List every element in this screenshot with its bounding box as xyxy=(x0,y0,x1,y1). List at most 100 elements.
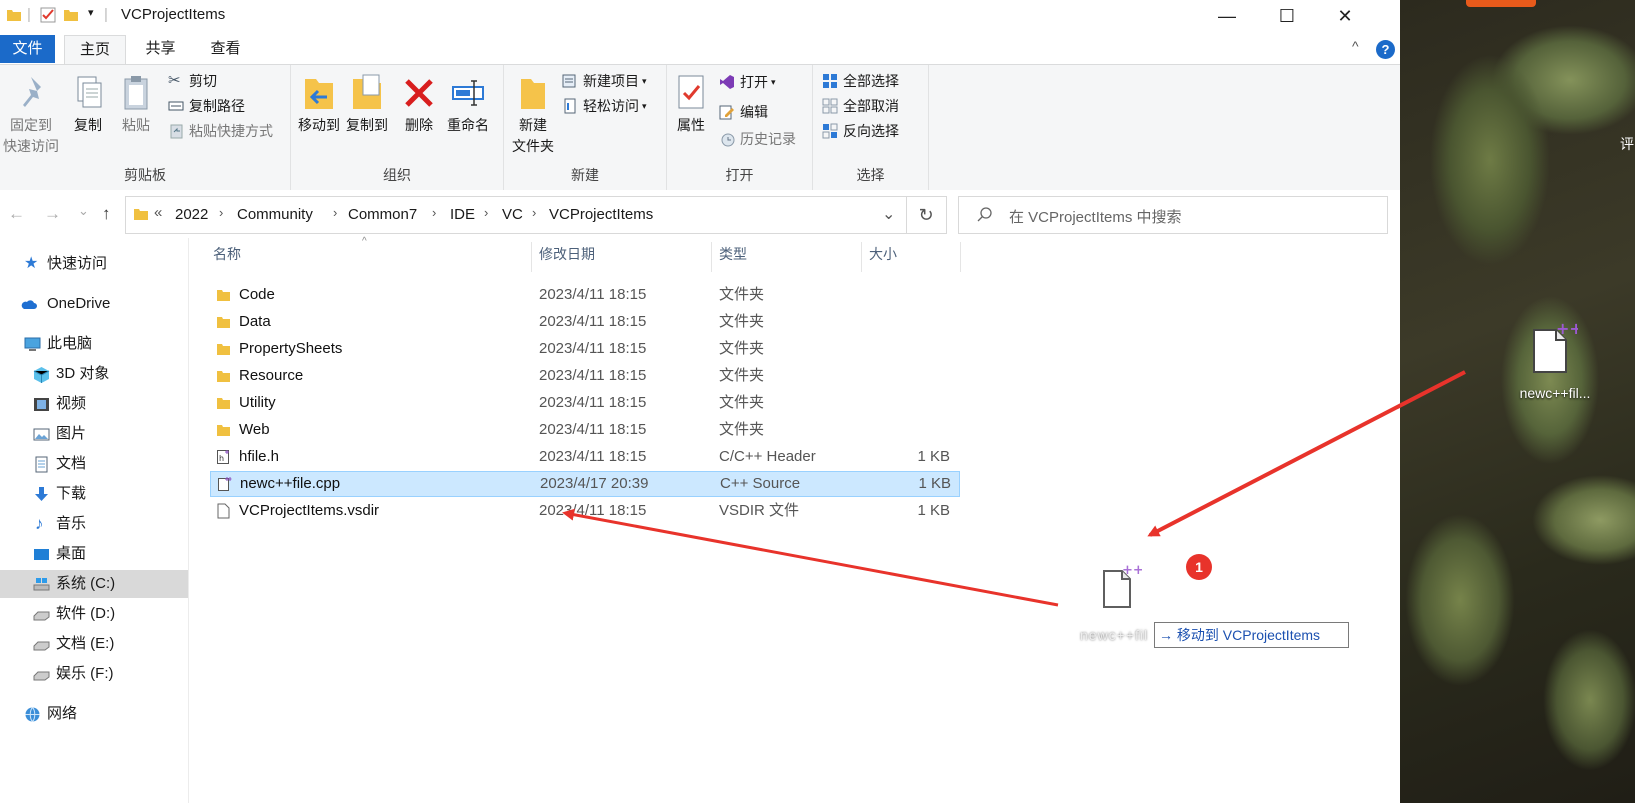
file-row[interactable]: Code 2023/4/11 18:15 文件夹 xyxy=(210,282,958,308)
navigation-pane: ★ 快速访问 OneDrive 此电脑 3D 对象 视频 图片 文档 下载 ♪ … xyxy=(0,238,189,803)
help-button[interactable]: ? xyxy=(1376,40,1395,59)
nav-item-music[interactable]: ♪ 音乐 xyxy=(0,510,188,538)
history-button[interactable]: 历史记录 xyxy=(719,128,796,150)
maximize-button[interactable]: ☐ xyxy=(1258,0,1316,32)
cut-button[interactable]: ✂ 剪切 xyxy=(168,70,217,92)
column-header-date[interactable]: 修改日期 xyxy=(539,244,595,264)
breadcrumb-item[interactable]: Common7 xyxy=(348,206,417,223)
clipboard-icon xyxy=(124,76,148,110)
file-row[interactable]: Web 2023/4/11 18:15 文件夹 xyxy=(210,417,958,443)
window-title: VCProjectItems xyxy=(121,6,226,23)
file-row[interactable]: Resource 2023/4/11 18:15 文件夹 xyxy=(210,363,958,389)
tab-home[interactable]: 主页 xyxy=(64,35,126,65)
file-row[interactable]: VCProjectItems.vsdir 2023/4/11 18:15 VSD… xyxy=(210,498,958,524)
rename-button[interactable]: 重命名 xyxy=(443,73,493,136)
search-box[interactable]: 在 VCProjectItems 中搜索 xyxy=(958,196,1388,234)
select-none-button[interactable]: 全部取消 xyxy=(822,95,899,117)
folder-icon xyxy=(217,317,230,328)
new-folder-label-line1: 新建 xyxy=(519,117,547,133)
file-row-selected[interactable]: newc++file.cpp 2023/4/17 20:39 C++ Sourc… xyxy=(210,471,960,497)
paste-button[interactable]: 粘贴 xyxy=(116,73,156,136)
file-row[interactable]: h hfile.h 2023/4/11 18:15 C/C++ Header 1… xyxy=(210,444,958,470)
breadcrumb-separator-icon[interactable]: › xyxy=(532,205,536,220)
address-bar[interactable]: « 2022 › Community › Common7 › IDE › VC … xyxy=(125,196,907,234)
desktop-cpp-file-icon[interactable]: ++ xyxy=(1528,320,1578,376)
copy-to-button[interactable]: 复制到 xyxy=(343,73,391,136)
pin-to-quick-access-button[interactable]: 固定到 快速访问 xyxy=(0,73,62,157)
back-arrow-icon[interactable]: ← xyxy=(8,204,25,224)
file-row[interactable]: Utility 2023/4/11 18:15 文件夹 xyxy=(210,390,958,416)
edit-button[interactable]: 编辑 xyxy=(719,101,768,123)
refresh-button[interactable]: ↻ xyxy=(906,196,947,234)
nav-item-drive-f[interactable]: 娱乐 (F:) xyxy=(0,660,188,688)
collapse-ribbon-button[interactable]: ^ xyxy=(1352,38,1359,54)
column-header-type[interactable]: 类型 xyxy=(719,244,747,264)
nav-item-drive-c[interactable]: 系统 (C:) xyxy=(0,570,188,598)
nav-item-network[interactable]: 网络 xyxy=(0,700,188,728)
breadcrumb-separator-icon[interactable]: › xyxy=(432,205,436,220)
new-folder-quick-icon[interactable] xyxy=(63,7,79,23)
column-divider[interactable] xyxy=(861,242,862,272)
tab-share[interactable]: 共享 xyxy=(138,35,183,63)
column-header-size[interactable]: 大小 xyxy=(869,244,897,264)
copy-button[interactable]: 复制 xyxy=(68,73,108,136)
ribbon: 固定到 快速访问 复制 粘贴 ✂ 剪切 复制路径 粘贴快捷方式 剪贴板 移动到 … xyxy=(0,64,1400,191)
folder-icon xyxy=(134,209,148,220)
breadcrumb-separator-icon[interactable]: › xyxy=(333,205,337,220)
select-all-button[interactable]: 全部选择 xyxy=(822,70,899,92)
pin-label-line2: 快速访问 xyxy=(3,138,59,154)
breadcrumb-item[interactable]: VC xyxy=(502,206,523,223)
column-divider[interactable] xyxy=(711,242,712,272)
tab-file[interactable]: 文件 xyxy=(0,35,55,63)
nav-item-this-pc[interactable]: 此电脑 xyxy=(0,330,188,358)
new-item-button[interactable]: 新建项目 ▾ xyxy=(562,70,647,92)
invert-selection-button[interactable]: 反向选择 xyxy=(822,120,899,142)
nav-item-pictures[interactable]: 图片 xyxy=(0,420,188,448)
file-row[interactable]: Data 2023/4/11 18:15 文件夹 xyxy=(210,309,958,335)
nav-item-onedrive[interactable]: OneDrive xyxy=(0,290,188,318)
nav-item-drive-d[interactable]: 软件 (D:) xyxy=(0,600,188,628)
nav-item-documents[interactable]: 文档 xyxy=(0,450,188,478)
new-folder-button[interactable]: 新建 文件夹 xyxy=(508,73,558,157)
easy-access-button[interactable]: 轻松访问 ▾ xyxy=(562,95,647,117)
breadcrumb-item[interactable]: Community xyxy=(237,206,313,223)
up-arrow-icon[interactable]: ↑ xyxy=(102,204,111,224)
title-separator: | xyxy=(104,6,108,23)
breadcrumb-item[interactable]: VCProjectItems xyxy=(549,206,653,223)
copy-path-button[interactable]: 复制路径 xyxy=(168,95,245,117)
breadcrumb-separator-icon[interactable]: › xyxy=(219,205,223,220)
minimize-button[interactable]: — xyxy=(1198,0,1256,32)
paste-shortcut-button[interactable]: 粘贴快捷方式 xyxy=(168,120,273,142)
close-button[interactable]: ✕ xyxy=(1316,0,1374,32)
address-dropdown-icon[interactable]: ⌄ xyxy=(882,204,895,224)
open-label: 打开 xyxy=(740,74,768,90)
breadcrumb-item[interactable]: IDE xyxy=(450,206,475,223)
header-file-icon: h xyxy=(217,450,229,464)
breadcrumb-overflow-icon[interactable]: « xyxy=(154,204,162,221)
computer-icon xyxy=(24,337,41,351)
open-button[interactable]: 打开 ▾ xyxy=(719,71,776,93)
nav-item-quick-access[interactable]: ★ 快速访问 xyxy=(0,250,188,278)
folder-icon xyxy=(217,290,230,301)
properties-check-icon[interactable] xyxy=(40,7,56,23)
column-header-name[interactable]: 名称 xyxy=(213,244,241,264)
tab-view[interactable]: 查看 xyxy=(203,35,248,63)
nav-item-desktop[interactable]: 桌面 xyxy=(0,540,188,568)
delete-button[interactable]: 删除 xyxy=(399,73,439,136)
quick-access-dropdown-icon[interactable]: ▾ xyxy=(88,6,94,19)
breadcrumb-separator-icon[interactable]: › xyxy=(484,205,488,220)
file-row[interactable]: PropertySheets 2023/4/11 18:15 文件夹 xyxy=(210,336,958,362)
move-to-button[interactable]: 移动到 xyxy=(295,73,343,136)
column-divider[interactable] xyxy=(960,242,961,272)
forward-arrow-icon[interactable]: → xyxy=(44,204,61,224)
desktop-edge-label: 评 xyxy=(1620,136,1634,152)
properties-button[interactable]: 属性 xyxy=(671,73,711,136)
recent-locations-icon[interactable]: ⌄ xyxy=(78,203,89,219)
desktop-icon-label[interactable]: newc++fil... xyxy=(1505,385,1605,401)
nav-item-3d-objects[interactable]: 3D 对象 xyxy=(0,360,188,388)
nav-item-downloads[interactable]: 下载 xyxy=(0,480,188,508)
column-divider[interactable] xyxy=(531,242,532,272)
nav-item-videos[interactable]: 视频 xyxy=(0,390,188,418)
nav-item-drive-e[interactable]: 文档 (E:) xyxy=(0,630,188,658)
breadcrumb-item[interactable]: 2022 xyxy=(175,206,208,223)
